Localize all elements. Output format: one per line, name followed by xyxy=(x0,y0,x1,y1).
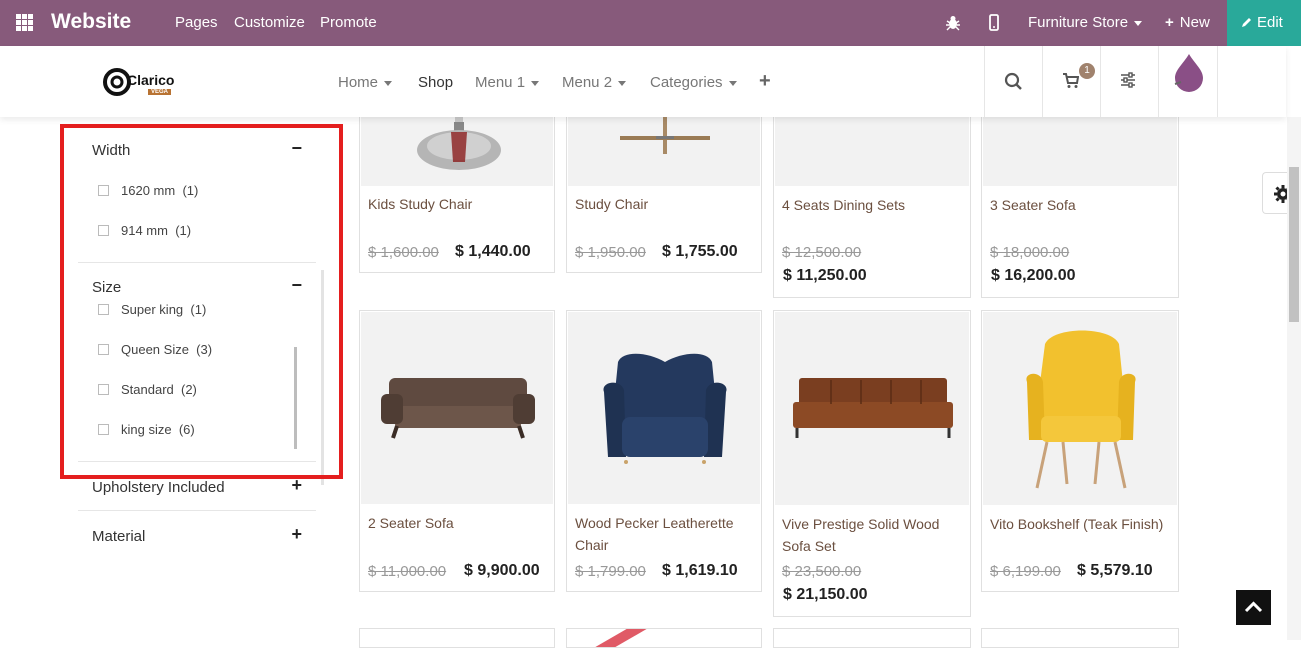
nav-shop[interactable]: Shop xyxy=(418,74,453,91)
product-name[interactable]: Kids Study Chair xyxy=(368,193,472,215)
divider xyxy=(78,510,316,511)
cart-button[interactable]: 1 xyxy=(1042,46,1100,117)
product-price: $ 1,755.00 xyxy=(662,243,738,260)
nav-home[interactable]: Home xyxy=(338,74,393,91)
product-card[interactable] xyxy=(359,628,555,648)
site-logo[interactable]: Clarico VEGA xyxy=(103,66,175,98)
expand-plus-icon[interactable]: + xyxy=(291,524,302,545)
plus-icon: + xyxy=(1165,14,1174,31)
product-name[interactable]: 2 Seater Sofa xyxy=(368,512,454,534)
menu-promote[interactable]: Promote xyxy=(320,14,377,31)
product-card[interactable]: 4 Seats Dining Sets $ 12,500.00 $ 11,250… xyxy=(773,100,971,298)
site-header: Clarico VEGA Home Shop Menu 1 Menu 2 Cat… xyxy=(0,46,1286,117)
product-image[interactable] xyxy=(775,312,969,505)
product-price: $ 11,250.00 xyxy=(783,267,867,284)
product-name[interactable]: Wood Pecker Leatherette Chair xyxy=(575,512,755,556)
new-button[interactable]: + New xyxy=(1165,14,1210,31)
search-icon xyxy=(1004,72,1022,90)
sliders-icon xyxy=(1121,72,1135,88)
chevron-up-icon xyxy=(1244,601,1263,613)
nav-home-label: Home xyxy=(338,74,379,91)
edit-button[interactable]: Edit xyxy=(1227,0,1301,46)
nav-menu-1-label: Menu 1 xyxy=(475,74,526,91)
product-price: $ 1,619.10 xyxy=(662,562,738,579)
filter-upholstery-title[interactable]: Upholstery Included xyxy=(92,479,225,496)
user-drop-icon xyxy=(1174,54,1203,92)
product-old-price: $ 6,199.00 xyxy=(990,563,1061,580)
chevron-down-icon xyxy=(1134,20,1143,26)
debug-bug-icon[interactable] xyxy=(946,15,960,31)
nav-shop-label: Shop xyxy=(418,74,454,91)
user-account-button[interactable] xyxy=(1158,46,1218,117)
yellow-armchair-image xyxy=(1026,330,1136,489)
product-price: $ 21,150.00 xyxy=(783,586,868,603)
product-price: $ 16,200.00 xyxy=(991,267,1076,284)
product-card[interactable]: Study Chair $ 1,950.00 $ 1,755.00 xyxy=(566,100,762,273)
product-card[interactable]: Kids Study Chair $ 1,600.00 $ 1,440.00 xyxy=(359,100,555,273)
nav-menu-1[interactable]: Menu 1 xyxy=(475,74,540,91)
chevron-down-icon xyxy=(728,80,737,86)
product-old-price: $ 23,500.00 xyxy=(782,563,862,580)
product-old-price: $ 11,000.00 xyxy=(368,563,447,580)
menu-pages[interactable]: Pages xyxy=(175,14,218,31)
ribbon-badge xyxy=(592,629,650,647)
logo-sub: VEGA xyxy=(148,89,172,95)
product-old-price: $ 1,950.00 xyxy=(575,244,646,261)
product-card[interactable]: 2 Seater Sofa $ 11,000.00 $ 9,900.00 xyxy=(359,310,555,592)
website-topbar: Website Pages Customize Promote Furnitur… xyxy=(0,0,1301,46)
filter-material-title[interactable]: Material xyxy=(92,528,145,545)
product-card[interactable]: Wood Pecker Leatherette Chair $ 1,799.00… xyxy=(566,310,762,592)
product-image[interactable] xyxy=(983,312,1177,505)
apps-grid-icon[interactable] xyxy=(16,14,34,32)
new-label: New xyxy=(1179,14,1210,31)
product-card[interactable]: Vito Bookshelf (Teak Finish) $ 6,199.00 … xyxy=(981,310,1179,592)
product-price: $ 5,579.10 xyxy=(1077,562,1153,579)
product-price: $ 9,900.00 xyxy=(464,562,540,579)
product-card[interactable] xyxy=(566,628,762,648)
product-name[interactable]: 3 Seater Sofa xyxy=(990,194,1076,216)
product-name[interactable]: Vito Bookshelf (Teak Finish) xyxy=(990,513,1172,535)
pencil-icon xyxy=(1242,18,1251,27)
mobile-preview-icon[interactable] xyxy=(989,14,999,31)
add-menu-plus-icon[interactable]: + xyxy=(759,70,771,93)
product-card[interactable] xyxy=(773,628,971,648)
nav-categories[interactable]: Categories xyxy=(650,74,737,91)
product-image[interactable] xyxy=(361,312,553,504)
page-scrollbar[interactable] xyxy=(1287,117,1301,640)
cart-count-badge: 1 xyxy=(1079,63,1095,79)
chevron-down-icon xyxy=(384,80,393,86)
long-sofa-image xyxy=(793,378,953,438)
product-card[interactable]: Vive Prestige Solid Wood Sofa Set $ 23,5… xyxy=(773,310,971,617)
filter-settings-button[interactable] xyxy=(1100,46,1158,117)
product-old-price: $ 18,000.00 xyxy=(990,244,1070,261)
app-title: Website xyxy=(51,10,132,33)
product-name[interactable]: Vive Prestige Solid Wood Sofa Set xyxy=(782,513,964,557)
store-name: Furniture Store xyxy=(1028,14,1129,31)
search-button[interactable] xyxy=(984,46,1042,117)
armchair-image xyxy=(603,353,727,464)
store-selector[interactable]: Furniture Store xyxy=(1028,14,1143,31)
nav-menu-2-label: Menu 2 xyxy=(562,74,613,91)
chevron-down-icon xyxy=(531,80,540,86)
product-price: $ 1,440.00 xyxy=(455,243,531,260)
product-image[interactable] xyxy=(568,312,760,504)
sofa-image xyxy=(381,378,535,439)
product-card[interactable] xyxy=(981,628,1179,648)
product-card[interactable]: 3 Seater Sofa $ 18,000.00 $ 16,200.00 xyxy=(981,100,1179,298)
back-to-top-button[interactable] xyxy=(1236,590,1271,625)
nav-menu-2[interactable]: Menu 2 xyxy=(562,74,627,91)
chevron-down-icon xyxy=(618,80,627,86)
product-old-price: $ 1,600.00 xyxy=(368,244,439,261)
highlight-annotation-box xyxy=(60,124,343,479)
nav-categories-label: Categories xyxy=(650,74,723,91)
page-scrollbar-thumb[interactable] xyxy=(1289,167,1299,322)
product-name[interactable]: Study Chair xyxy=(575,193,648,215)
product-name[interactable]: 4 Seats Dining Sets xyxy=(782,194,905,216)
product-old-price: $ 12,500.00 xyxy=(782,244,862,261)
edit-label: Edit xyxy=(1257,14,1283,31)
cart-icon xyxy=(1063,73,1079,88)
logo-text: Clarico xyxy=(127,72,175,88)
product-old-price: $ 1,799.00 xyxy=(575,563,646,580)
menu-customize[interactable]: Customize xyxy=(234,14,305,31)
